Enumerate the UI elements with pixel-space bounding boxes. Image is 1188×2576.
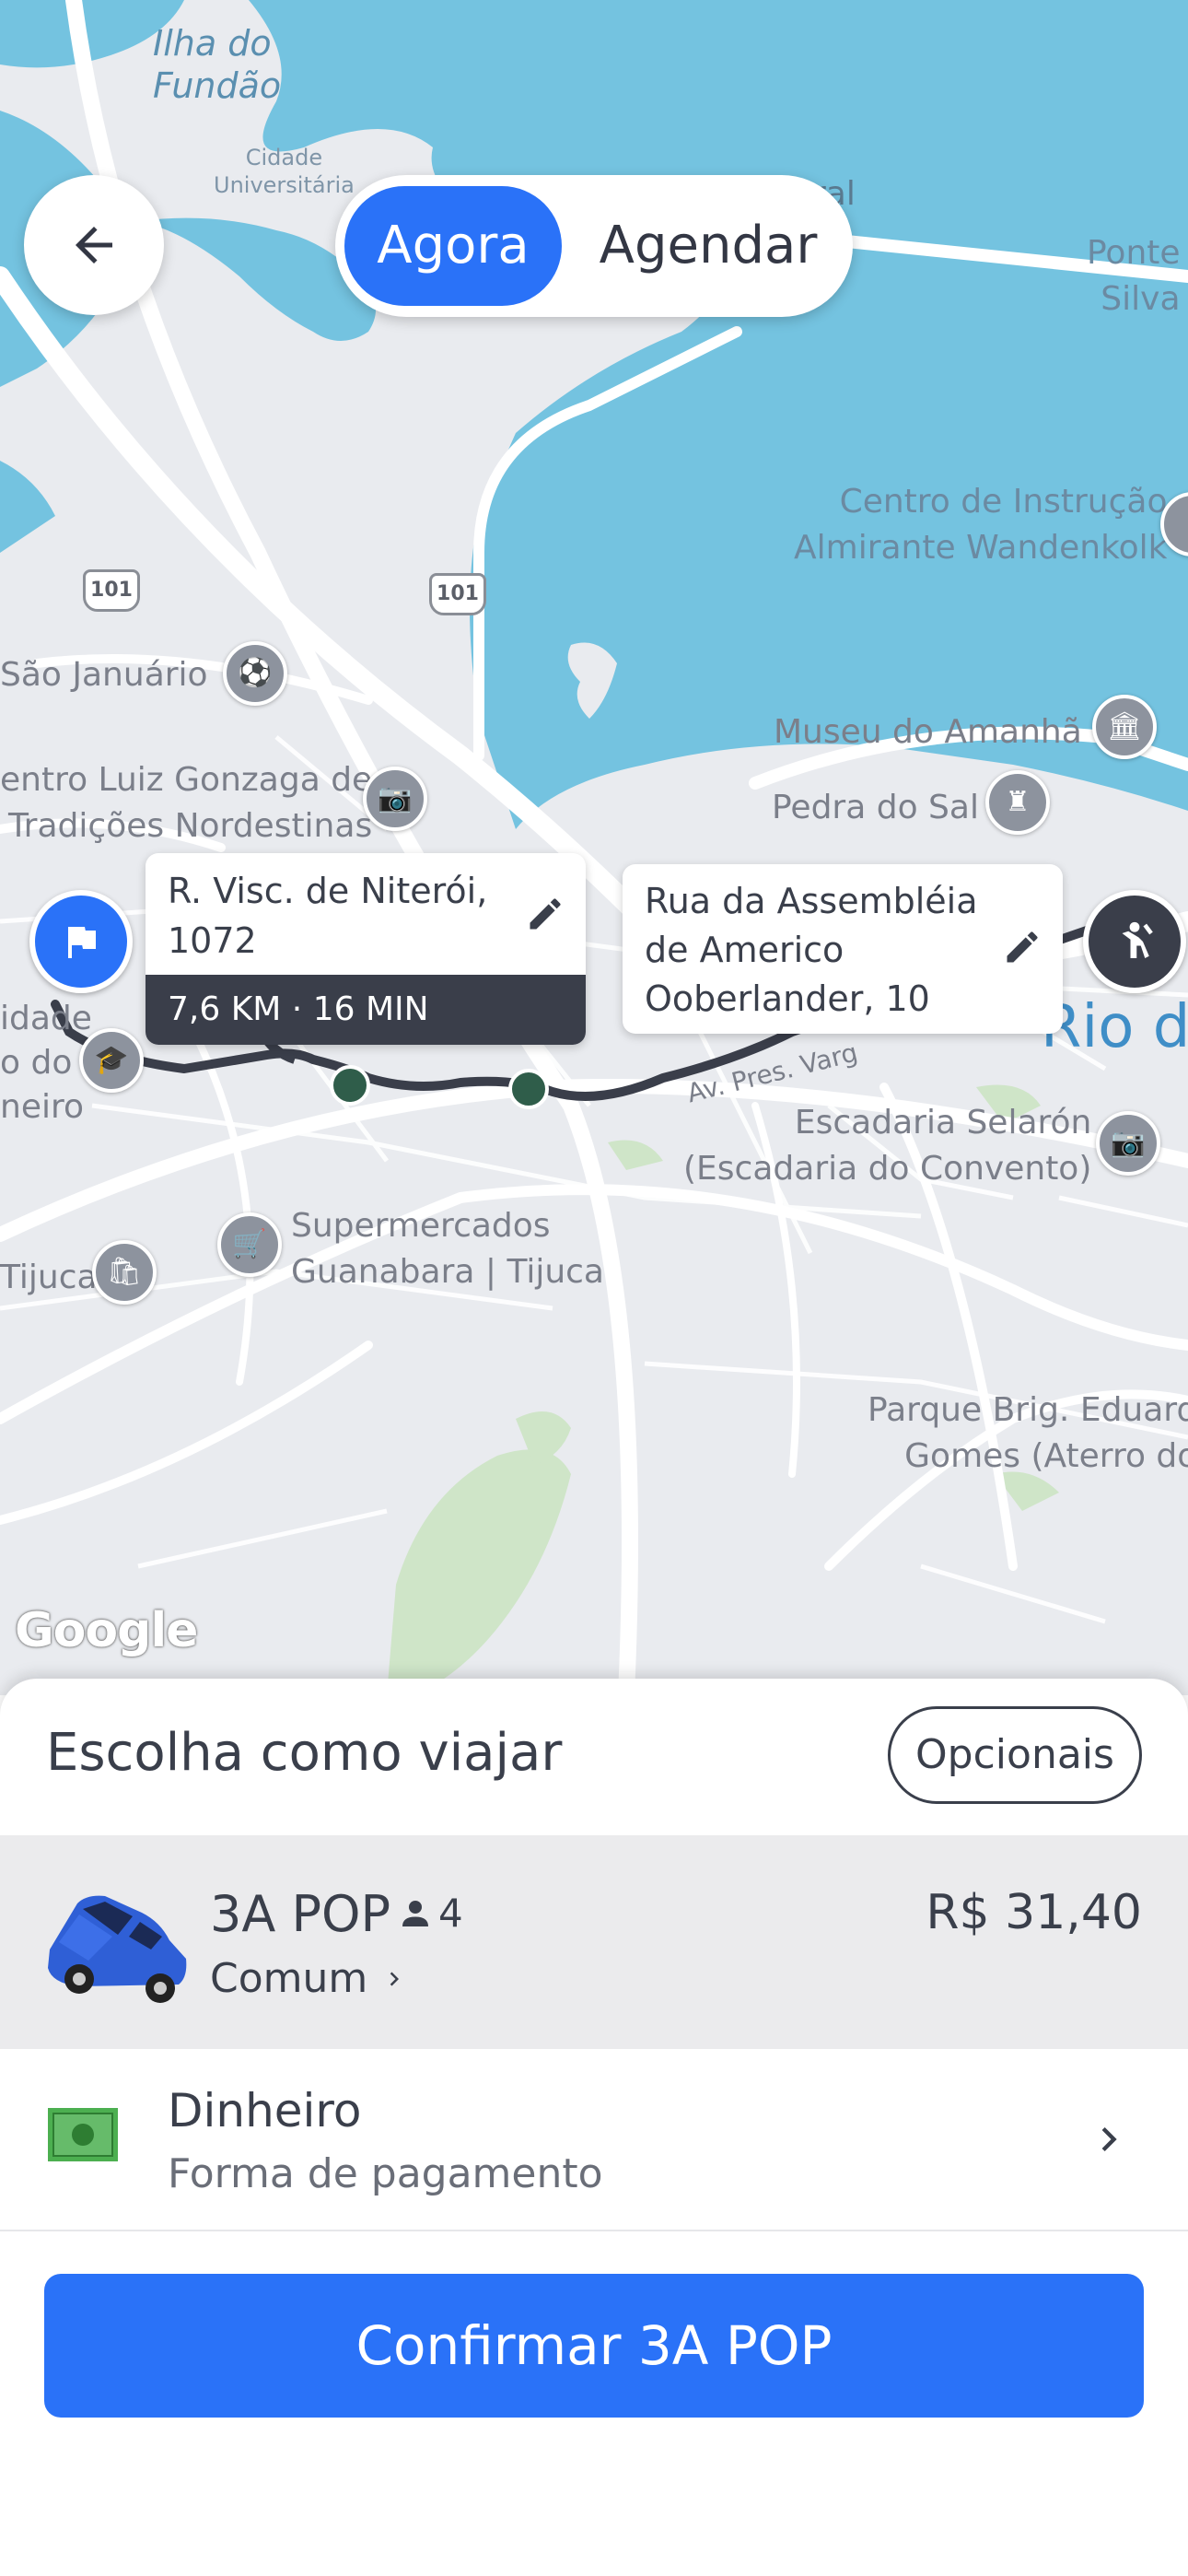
map-label: Parque Brig. Eduard Gomes (Aterro do [868,1391,1188,1475]
poi-camera-icon[interactable]: 📷 [1096,1111,1160,1176]
map-label: Centro de Instrução Almirante Wandenkolk [794,483,1168,567]
chevron-right-icon [390,1972,400,1985]
optionals-button[interactable]: Opcionais [888,1706,1142,1804]
waypoint-marker [330,1065,370,1106]
map-label: Tijuca [0,1259,98,1296]
poi-shopping-cart-icon[interactable]: 🛒 [217,1212,282,1277]
pencil-icon[interactable] [1002,927,1042,967]
ride-seats: 4 [396,1891,463,1936]
segment-schedule[interactable]: Agendar [584,186,833,306]
poi-camera-icon[interactable]: 📷 [363,767,427,831]
highway-shield: 101 [429,573,486,615]
confirm-ride-button[interactable]: Confirmar 3A POP [44,2274,1144,2418]
map-label: Cidade Universitária [214,145,355,198]
time-segmented-control[interactable]: Agora Agendar [335,175,853,317]
ride-name: 3A POP [210,1885,391,1943]
payment-method-row[interactable]: Dinheiro Forma de pagamento [0,2049,1188,2231]
destination-pin[interactable] [1083,890,1186,993]
map-label: Ilha do Fundão [153,23,282,106]
map-label: entro Luiz Gonzaga de Tradições Nordesti… [0,761,373,845]
cash-icon [48,2108,118,2161]
segment-now[interactable]: Agora [344,186,562,306]
poi-museum-icon[interactable]: 🏛 [1092,695,1157,759]
person-icon [402,1900,428,1926]
car-icon [48,1895,187,2003]
map-label: Museu do Amanhã [774,713,1082,751]
map-label: Escadaria Selarón (Escadaria do Convento… [683,1104,1092,1188]
map-label: Rio de [1041,993,1188,1061]
map-label: Pedra do Sal [772,789,979,826]
pencil-icon[interactable] [525,894,565,934]
flag-icon [68,927,96,958]
seat-count: 4 [438,1891,463,1936]
arrow-left-icon [76,227,112,263]
back-button[interactable] [24,175,164,315]
sheet-title: Escolha como viajar [46,1723,563,1783]
map-label: Supermercados Guanabara | Tijuca [291,1207,604,1291]
ride-option-selected[interactable]: 3A POP 4 Comum R$ 31,40 [0,1835,1188,2049]
ride-category-label: Comum [210,1955,368,2002]
google-logo: Google [15,1603,198,1658]
map-label: Ponte Silva [1087,234,1181,318]
payment-subtitle: Forma de pagamento [168,2150,603,2197]
ride-price: R$ 31,40 [926,1885,1142,1940]
destination-bubble[interactable]: Rua da Assembléia de Americo Ooberlander… [623,864,1063,1034]
destination-address: Rua da Assembléia de Americo Ooberlander… [645,881,978,1019]
ride-category[interactable]: Comum [210,1955,408,2002]
waypoint-marker [508,1069,549,1109]
person-waving-icon [1122,921,1153,958]
ride-selection-sheet: Escolha como viajar Opcionais 3A POP 4 C… [0,1679,1188,2576]
trip-distance-time: 7,6 KM · 16 MIN [146,975,586,1045]
poi-school-icon[interactable]: 🎓 [79,1028,144,1093]
payment-method: Dinheiro [168,2084,362,2137]
origin-pin[interactable] [29,890,133,993]
origin-bubble[interactable]: R. Visc. de Niterói, 1072 7,6 KM · 16 MI… [146,853,586,1045]
poi-stadium-icon[interactable]: ⚽ [223,641,287,706]
map-label: idade o do neiro [0,1000,92,1126]
map-label: São Januário [0,656,208,694]
highway-shield: 101 [83,569,140,612]
poi-shopping-bag-icon[interactable]: 🛍 [92,1240,157,1305]
poi-monument-icon[interactable]: ♜ [985,770,1050,835]
origin-address: R. Visc. de Niterói, 1072 [168,871,488,961]
chevron-right-icon [1101,2127,1117,2151]
